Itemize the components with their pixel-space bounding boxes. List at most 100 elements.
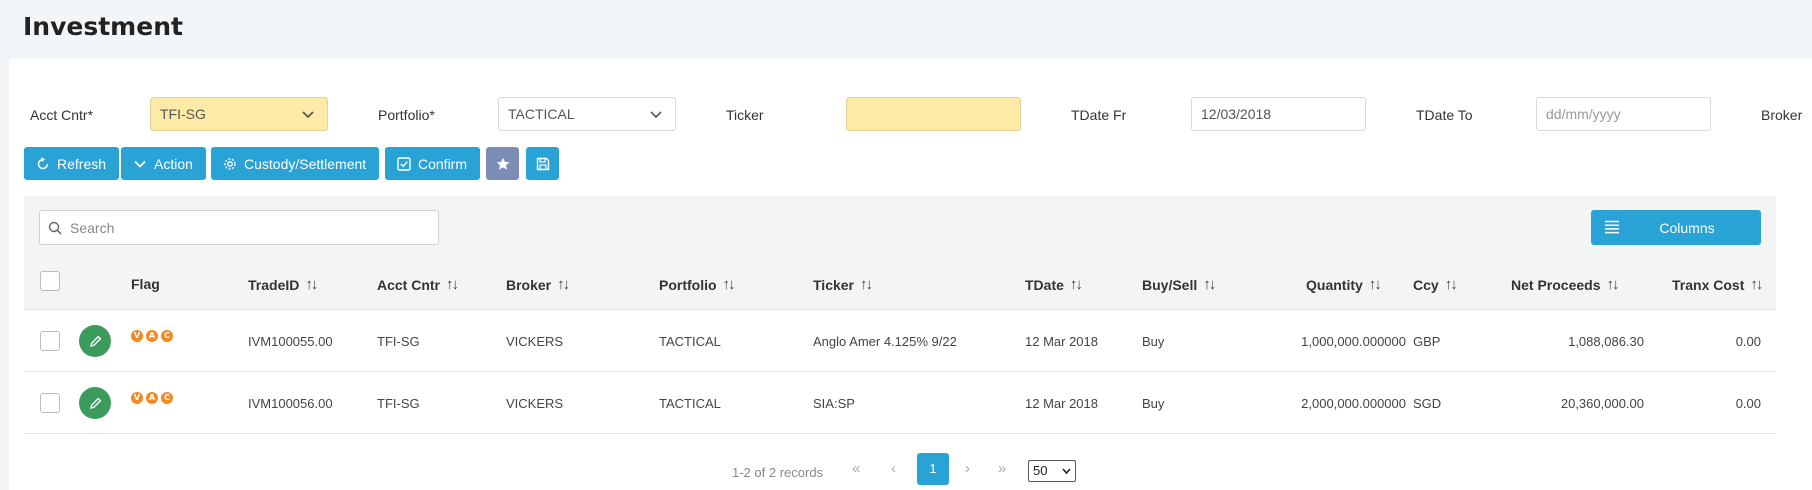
header-portfolio[interactable]: Portfolio ↑↓ <box>659 276 736 293</box>
action-label: Action <box>154 155 193 172</box>
cell-portfolio: TACTICAL <box>659 334 721 349</box>
portfolio-label: Portfolio* <box>378 107 435 123</box>
table-row[interactable]: V A C IVM100056.00 TFI-SG VICKERS TACTIC… <box>24 372 1776 434</box>
gear-icon <box>224 157 236 170</box>
tdate-to-input[interactable]: dd/mm/yyyy <box>1536 97 1711 131</box>
page-1-button[interactable]: 1 <box>917 453 949 485</box>
flag-a-badge[interactable]: A <box>146 392 158 404</box>
portfolio-value: TACTICAL <box>508 106 575 122</box>
chevron-down-icon <box>302 111 314 119</box>
ticker-input[interactable] <box>846 97 1021 131</box>
search-placeholder: Search <box>70 219 115 236</box>
page-size-value: 50 <box>1033 463 1048 478</box>
acct-cntr-label: Acct Cntr* <box>30 107 94 123</box>
cell-quantity: 1,000,000.000000 <box>1301 334 1406 349</box>
prev-page-button[interactable]: ‹ <box>891 460 896 477</box>
sort-icon: ↑↓ <box>305 276 318 293</box>
pencil-icon <box>89 397 101 409</box>
cell-acct-cntr: TFI-SG <box>377 334 420 349</box>
star-icon <box>496 157 509 170</box>
table-header: Flag TradeID ↑↓ Acct Cntr ↑↓ Broker ↑↓ Port… <box>24 258 1776 310</box>
chevron-down-icon <box>1062 468 1071 475</box>
header-tranx-cost[interactable]: Tranx Cost ↑↓ <box>1672 276 1763 293</box>
first-page-button[interactable]: « <box>852 460 860 477</box>
acct-cntr-value: TFI-SG <box>160 106 206 122</box>
row-checkbox[interactable] <box>40 331 60 351</box>
cell-acct-cntr: TFI-SG <box>377 396 420 411</box>
header-trade-id[interactable]: TradeID ↑↓ <box>248 276 318 293</box>
tdate-fr-input[interactable]: 12/03/2018 <box>1191 97 1366 131</box>
sort-icon: ↑↓ <box>1606 276 1619 293</box>
flag-group: V A C <box>131 392 173 404</box>
confirm-button[interactable]: Confirm <box>385 147 481 180</box>
cell-net-proceeds: 20,360,000.00 <box>1560 396 1644 411</box>
header-portfolio-label: Portfolio <box>659 276 717 293</box>
sort-icon: ↑↓ <box>1750 276 1763 293</box>
header-ccy[interactable]: Ccy ↑↓ <box>1413 276 1458 293</box>
columns-button[interactable]: Columns <box>1591 210 1761 245</box>
header-ticker[interactable]: Ticker ↑↓ <box>813 276 873 293</box>
header-tdate-label: TDate <box>1025 276 1064 293</box>
portfolio-select[interactable]: TACTICAL <box>498 97 676 131</box>
header-broker[interactable]: Broker ↑↓ <box>506 276 570 293</box>
header-buy-sell-label: Buy/Sell <box>1142 276 1198 293</box>
row-checkbox[interactable] <box>40 393 60 413</box>
confirm-label: Confirm <box>418 155 468 172</box>
cell-ccy: SGD <box>1413 396 1442 411</box>
flag-v-badge[interactable]: V <box>131 392 143 404</box>
header-flag-label: Flag <box>131 276 160 292</box>
page-size-select[interactable]: 50 <box>1028 460 1076 482</box>
flag-c-badge[interactable]: C <box>161 330 173 342</box>
header-ccy-label: Ccy <box>1413 276 1439 293</box>
edit-button[interactable] <box>79 387 111 419</box>
cell-ccy: GBP <box>1413 334 1441 349</box>
cell-portfolio: TACTICAL <box>659 396 721 411</box>
cell-broker: VICKERS <box>506 396 564 411</box>
sort-icon: ↑↓ <box>446 276 459 293</box>
header-quantity-label: Quantity <box>1306 276 1363 293</box>
header-buy-sell[interactable]: Buy/Sell ↑↓ <box>1142 276 1216 293</box>
sort-icon: ↑↓ <box>1069 276 1083 293</box>
trades-grid: Search Columns Flag TradeID ↑↓ Acct Cntr ↑… <box>24 196 1776 490</box>
favorite-button[interactable] <box>486 147 519 180</box>
table-row[interactable]: V A C IVM100055.00 TFI-SG VICKERS TACTIC… <box>24 310 1776 372</box>
last-page-button[interactable]: » <box>998 460 1006 477</box>
search-input[interactable]: Search <box>39 210 439 245</box>
chevron-down-icon <box>134 160 146 168</box>
sort-icon: ↑↓ <box>557 276 570 293</box>
header-acct-cntr[interactable]: Acct Cntr ↑↓ <box>377 276 459 293</box>
tdate-fr-value: 12/03/2018 <box>1201 106 1272 122</box>
cell-tranx-cost: 0.00 <box>1735 396 1761 411</box>
cell-net-proceeds: 1,088,086.30 <box>1568 334 1644 349</box>
header-tdate[interactable]: TDate ↑↓ <box>1025 276 1083 293</box>
header-net-proceeds-label: Net Proceeds <box>1511 276 1601 293</box>
cell-ticker: Anglo Amer 4.125% 9/22 <box>813 334 957 349</box>
action-button[interactable]: Action <box>121 147 206 180</box>
tdate-fr-label: TDate Fr <box>1071 107 1127 123</box>
cell-tdate: 12 Mar 2018 <box>1025 334 1098 349</box>
ticker-label: Ticker <box>726 107 764 123</box>
acct-cntr-select[interactable]: TFI-SG <box>150 97 328 131</box>
chevron-down-icon <box>650 111 662 119</box>
edit-button[interactable] <box>79 325 111 357</box>
flag-v-badge[interactable]: V <box>131 330 143 342</box>
custody-settlement-button[interactable]: Custody/Settlement <box>211 147 380 180</box>
refresh-icon <box>37 156 49 169</box>
next-page-button[interactable]: › <box>965 460 970 477</box>
refresh-button[interactable]: Refresh <box>24 147 120 180</box>
tdate-to-label: TDate To <box>1416 107 1473 123</box>
sort-icon: ↑↓ <box>722 276 736 293</box>
header-acct-cntr-label: Acct Cntr <box>377 276 441 293</box>
cell-trade-id: IVM100056.00 <box>248 396 333 411</box>
cell-tranx-cost: 0.00 <box>1735 334 1761 349</box>
header-net-proceeds[interactable]: Net Proceeds ↑↓ <box>1511 276 1619 293</box>
sort-icon: ↑↓ <box>1203 276 1216 293</box>
flag-c-badge[interactable]: C <box>161 392 173 404</box>
cell-trade-id: IVM100055.00 <box>248 334 333 349</box>
save-button[interactable] <box>526 147 559 180</box>
header-quantity[interactable]: Quantity ↑↓ <box>1306 276 1406 293</box>
select-all-checkbox[interactable] <box>40 271 60 291</box>
header-tranx-cost-label: Tranx Cost <box>1672 276 1745 293</box>
flag-a-badge[interactable]: A <box>146 330 158 342</box>
cell-tdate: 12 Mar 2018 <box>1025 396 1098 411</box>
